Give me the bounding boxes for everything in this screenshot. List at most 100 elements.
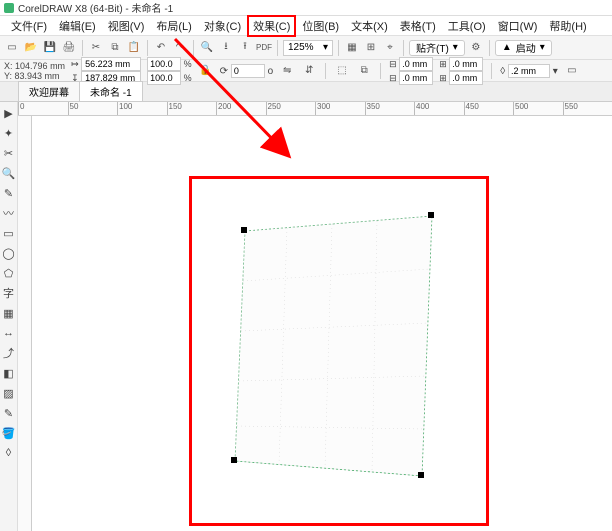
ruler-tick: 150	[167, 102, 217, 115]
ruler-tick: 300	[315, 102, 365, 115]
launch-button[interactable]: ▲启动▾	[495, 40, 552, 56]
menu-help[interactable]: 帮助(H)	[544, 16, 591, 36]
horizontal-ruler: 0 50 100 150 200 250 300 350 400 450 500…	[18, 102, 612, 116]
menu-text[interactable]: 文本(X)	[346, 16, 393, 36]
menu-table[interactable]: 表格(T)	[395, 16, 441, 36]
transparency-tool-icon[interactable]: ▨	[2, 386, 16, 400]
selection-handle-tl[interactable]	[241, 227, 247, 233]
paste-icon[interactable]: 📋	[126, 40, 142, 56]
outline-x-input[interactable]	[399, 57, 433, 71]
pick-tool-icon[interactable]: ▶	[2, 106, 16, 120]
outline-width-input[interactable]	[508, 64, 550, 78]
polygon-tool-icon[interactable]: ⬠	[2, 266, 16, 280]
rectangle-tool-icon[interactable]: ▭	[2, 226, 16, 240]
menu-object[interactable]: 对象(C)	[199, 16, 246, 36]
undo-icon[interactable]: ↶	[153, 40, 169, 56]
menu-effect[interactable]: 效果(C)	[248, 16, 295, 36]
selection-handle-bl[interactable]	[231, 457, 237, 463]
separator-icon	[277, 40, 278, 56]
menu-bar: 文件(F) 编辑(E) 视图(V) 布局(L) 对象(C) 效果(C) 位图(B…	[0, 16, 612, 36]
wrap-icon[interactable]: ⬚	[334, 63, 350, 79]
canvas[interactable]	[32, 116, 612, 531]
menu-edit[interactable]: 编辑(E)	[54, 16, 101, 36]
snap-icon[interactable]: ⌖	[382, 40, 398, 56]
shape-tool-icon[interactable]: ✦	[2, 126, 16, 140]
ellipse-tool-icon[interactable]: ◯	[2, 246, 16, 260]
ruler-tick: 500	[513, 102, 563, 115]
title-bar: CorelDRAW X8 (64-Bit) - 未命名 -1	[0, 0, 612, 16]
effects-tool-icon[interactable]: ◧	[2, 366, 16, 380]
import-icon[interactable]: ⭳	[218, 40, 234, 56]
print-icon[interactable]: 🖨	[61, 40, 77, 56]
ruler-tick: 400	[414, 102, 464, 115]
cut-icon[interactable]: ✂	[88, 40, 104, 56]
menu-window[interactable]: 窗口(W)	[493, 16, 543, 36]
menu-layout[interactable]: 布局(L)	[151, 16, 196, 36]
search-icon[interactable]: 🔍	[199, 40, 215, 56]
separator-icon	[325, 63, 326, 79]
selected-shape	[235, 216, 432, 476]
mirror-h-icon[interactable]: ⇋	[279, 63, 295, 79]
order-icon[interactable]: ⧉	[356, 63, 372, 79]
x-value[interactable]: 104.796 mm	[15, 61, 65, 71]
dimension-tool-icon[interactable]: ↔	[2, 326, 16, 340]
pad-y-input[interactable]	[449, 71, 483, 85]
copy-icon[interactable]: ⧉	[107, 40, 123, 56]
document-tabs: 欢迎屏幕 未命名 -1	[0, 82, 612, 102]
open-icon[interactable]: 📂	[23, 40, 39, 56]
table-tool-icon[interactable]: ▦	[2, 306, 16, 320]
menu-tools[interactable]: 工具(O)	[443, 16, 491, 36]
zoom-tool-icon[interactable]: 🔍	[2, 166, 16, 180]
separator-icon	[82, 40, 83, 56]
scale-block: % %	[147, 57, 192, 85]
rotation-input[interactable]	[231, 64, 265, 78]
text-tool-icon[interactable]: 字	[2, 286, 16, 300]
lock-ratio-icon[interactable]: 🔒	[198, 63, 214, 79]
options-icon[interactable]: ⚙	[468, 40, 484, 56]
pad-x-input[interactable]	[449, 57, 483, 71]
pdf-icon[interactable]: PDF	[256, 40, 272, 56]
workspace: ▶ ✦ ✂ 🔍 ✎ 〰 ▭ ◯ ⬠ 字 ▦ ↔ ⤴ ◧ ▨ ✎ 🪣 ◊ 0 50…	[0, 102, 612, 531]
redo-icon[interactable]: ↷	[172, 40, 188, 56]
eyedropper-tool-icon[interactable]: ✎	[2, 406, 16, 420]
export-icon[interactable]: ⭱	[237, 40, 253, 56]
tab-welcome[interactable]: 欢迎屏幕	[18, 81, 80, 101]
outline-y-input[interactable]	[399, 71, 433, 85]
coord-block: X: 104.796 mm Y: 83.943 mm	[4, 61, 65, 81]
freehand-tool-icon[interactable]: ✎	[2, 186, 16, 200]
selection-handle-br[interactable]	[418, 472, 424, 478]
menu-bitmap[interactable]: 位图(B)	[297, 16, 344, 36]
grid-icon[interactable]: ▦	[344, 40, 360, 56]
window-title: CorelDRAW X8 (64-Bit) - 未命名 -1	[18, 0, 173, 15]
zoom-combo[interactable]: 125%▾	[283, 40, 333, 56]
chevron-down-icon: ▾	[323, 42, 328, 53]
vertical-ruler	[18, 116, 32, 531]
width-input[interactable]	[81, 57, 141, 71]
chevron-down-icon: ▾	[453, 42, 458, 53]
y-value[interactable]: 83.943 mm	[15, 71, 60, 81]
edit-fill-icon[interactable]: ▭	[564, 63, 580, 79]
guides-icon[interactable]: ⊞	[363, 40, 379, 56]
separator-icon	[491, 63, 492, 79]
menu-view[interactable]: 视图(V)	[103, 16, 150, 36]
artistic-media-icon[interactable]: 〰	[2, 206, 16, 220]
property-bar: X: 104.796 mm Y: 83.943 mm ↦ ↧ % % 🔒 ⟳ o…	[0, 60, 612, 82]
new-icon[interactable]: ▭	[4, 40, 20, 56]
ruler-tick: 250	[266, 102, 316, 115]
scale-x-input[interactable]	[147, 57, 181, 71]
tab-doc1[interactable]: 未命名 -1	[79, 81, 143, 101]
app-logo-icon	[4, 3, 14, 13]
snap-dropdown[interactable]: 贴齐(T)▾	[409, 40, 465, 56]
crop-tool-icon[interactable]: ✂	[2, 146, 16, 160]
ruler-tick: 50	[68, 102, 118, 115]
fill-tool-icon[interactable]: 🪣	[2, 426, 16, 440]
separator-icon	[338, 40, 339, 56]
outline-tool-icon[interactable]: ◊	[2, 446, 16, 460]
mirror-v-icon[interactable]: ⇵	[301, 63, 317, 79]
selected-object[interactable]	[227, 211, 437, 481]
save-icon[interactable]: 💾	[42, 40, 58, 56]
scale-y-input[interactable]	[147, 71, 181, 85]
selection-handle-tr[interactable]	[428, 212, 434, 218]
connector-tool-icon[interactable]: ⤴	[2, 346, 16, 360]
menu-file[interactable]: 文件(F)	[6, 16, 52, 36]
